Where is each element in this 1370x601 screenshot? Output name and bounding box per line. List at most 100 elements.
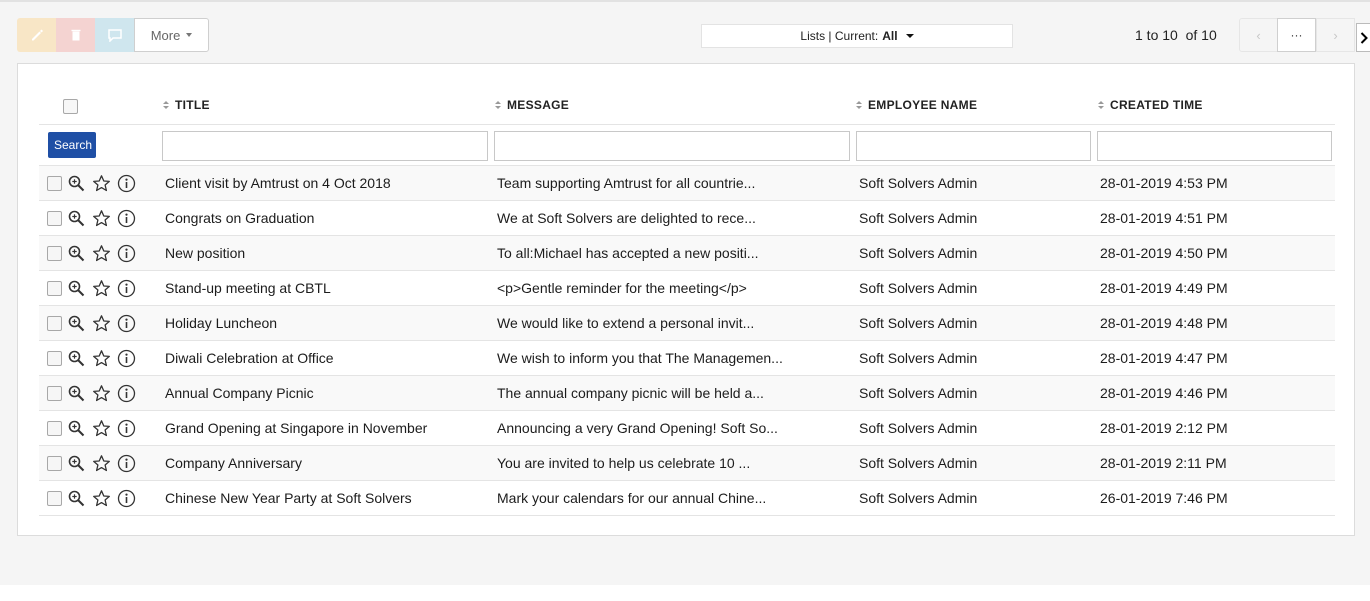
zoom-in-icon[interactable] (67, 384, 86, 403)
pencil-icon (31, 29, 43, 41)
info-icon[interactable] (117, 454, 136, 473)
table-row[interactable]: Congrats on Graduation We at Soft Solvers… (39, 201, 1335, 236)
cell-title[interactable]: Chinese New Year Party at Soft Solvers (165, 490, 412, 506)
zoom-in-icon[interactable] (67, 279, 86, 298)
row-checkbox[interactable] (47, 176, 62, 191)
cell-message: You are invited to help us celebrate 10 … (497, 455, 751, 471)
next-page-button[interactable]: › (1316, 18, 1355, 52)
column-label: EMPLOYEE NAME (868, 98, 978, 112)
table-row[interactable]: Stand-up meeting at CBTL <p>Gentle remind… (39, 271, 1335, 306)
row-checkbox[interactable] (47, 246, 62, 261)
cell-message: We at Soft Solvers are delighted to rece… (497, 210, 756, 226)
info-icon[interactable] (117, 314, 136, 333)
table-row[interactable]: Diwali Celebration at Office We wish to i… (39, 341, 1335, 376)
info-icon[interactable] (117, 279, 136, 298)
column-header-message[interactable]: MESSAGE (495, 98, 569, 112)
list-selector[interactable]: Lists | Current: All (701, 24, 1013, 48)
zoom-in-icon[interactable] (67, 174, 86, 193)
side-panel-toggle[interactable] (1356, 23, 1370, 52)
column-label: TITLE (175, 98, 210, 112)
cell-title[interactable]: Congrats on Graduation (165, 210, 314, 226)
prev-page-button[interactable]: ‹ (1239, 18, 1278, 52)
table-row[interactable]: Client visit by Amtrust on 4 Oct 2018 Tea… (39, 166, 1335, 201)
column-header-title[interactable]: TITLE (163, 98, 210, 112)
table-row[interactable]: Annual Company Picnic The annual company … (39, 376, 1335, 411)
cell-title[interactable]: Client visit by Amtrust on 4 Oct 2018 (165, 175, 391, 191)
info-icon[interactable] (117, 419, 136, 438)
star-icon[interactable] (92, 279, 111, 298)
star-icon[interactable] (92, 489, 111, 508)
cell-employee-name: Soft Solvers Admin (859, 280, 978, 296)
zoom-in-icon[interactable] (67, 244, 86, 263)
star-icon[interactable] (92, 349, 111, 368)
zoom-in-icon[interactable] (67, 349, 86, 368)
column-header-employee-name[interactable]: EMPLOYEE NAME (856, 98, 977, 112)
row-checkbox[interactable] (47, 491, 62, 506)
cell-title[interactable]: Grand Opening at Singapore in November (165, 420, 427, 436)
cell-title[interactable]: Stand-up meeting at CBTL (165, 280, 331, 296)
select-all-checkbox[interactable] (63, 99, 78, 114)
star-icon[interactable] (92, 454, 111, 473)
row-checkbox[interactable] (47, 211, 62, 226)
zoom-in-icon[interactable] (67, 454, 86, 473)
column-label: CREATED TIME (1110, 98, 1203, 112)
message-filter-input[interactable] (494, 131, 850, 161)
cell-message: We would like to extend a personal invit… (497, 315, 755, 331)
cell-message: Mark your calendars for our annual Chine… (497, 490, 767, 506)
cell-title[interactable]: Holiday Luncheon (165, 315, 277, 331)
star-icon[interactable] (92, 314, 111, 333)
info-icon[interactable] (117, 349, 136, 368)
cell-message: Team supporting Amtrust for all countrie… (497, 175, 756, 191)
row-checkbox[interactable] (47, 386, 62, 401)
more-label: More (150, 27, 181, 43)
cell-employee-name: Soft Solvers Admin (859, 175, 978, 191)
chevron-left-icon: ‹ (1256, 27, 1261, 43)
zoom-in-icon[interactable] (67, 314, 86, 333)
table-row[interactable]: Chinese New Year Party at Soft Solvers Ma… (39, 481, 1335, 516)
star-icon[interactable] (92, 384, 111, 403)
trash-icon (71, 29, 80, 41)
more-button[interactable]: More (134, 18, 209, 52)
info-icon[interactable] (117, 489, 136, 508)
cell-title[interactable]: New position (165, 245, 245, 261)
info-icon[interactable] (117, 174, 136, 193)
zoom-in-icon[interactable] (67, 419, 86, 438)
info-icon[interactable] (117, 384, 136, 403)
column-header-created-time[interactable]: CREATED TIME (1098, 98, 1203, 112)
row-checkbox[interactable] (47, 316, 62, 331)
table-row[interactable]: Grand Opening at Singapore in November An… (39, 411, 1335, 446)
table-row[interactable]: New position To all:Michael has accepted … (39, 236, 1335, 271)
created-time-filter-input[interactable] (1097, 131, 1332, 161)
title-filter-input[interactable] (162, 131, 488, 161)
zoom-in-icon[interactable] (67, 489, 86, 508)
star-icon[interactable] (92, 244, 111, 263)
cell-title[interactable]: Company Anniversary (165, 455, 302, 471)
star-icon[interactable] (92, 419, 111, 438)
row-checkbox[interactable] (47, 421, 62, 436)
delete-button[interactable] (56, 18, 95, 52)
edit-button[interactable] (17, 18, 56, 52)
comment-icon (108, 28, 122, 42)
cell-created-time: 28-01-2019 2:12 PM (1100, 420, 1228, 436)
cell-title[interactable]: Annual Company Picnic (165, 385, 314, 401)
star-icon[interactable] (92, 174, 111, 193)
info-icon[interactable] (117, 244, 136, 263)
cell-employee-name: Soft Solvers Admin (859, 350, 978, 366)
row-checkbox[interactable] (47, 281, 62, 296)
cell-title[interactable]: Diwali Celebration at Office (165, 350, 334, 366)
zoom-in-icon[interactable] (67, 209, 86, 228)
page-jump-button[interactable]: ··· (1277, 18, 1316, 52)
row-checkbox[interactable] (47, 351, 62, 366)
cell-created-time: 28-01-2019 4:50 PM (1100, 245, 1228, 261)
table-row[interactable]: Holiday Luncheon We would like to extend … (39, 306, 1335, 341)
info-icon[interactable] (117, 209, 136, 228)
row-checkbox[interactable] (47, 456, 62, 471)
table-row[interactable]: Company Anniversary You are invited to he… (39, 446, 1335, 481)
cell-employee-name: Soft Solvers Admin (859, 245, 978, 261)
search-row: Search (39, 126, 1335, 166)
star-icon[interactable] (92, 209, 111, 228)
comment-button[interactable] (95, 18, 135, 52)
search-button[interactable]: Search (48, 132, 96, 158)
employee-filter-input[interactable] (856, 131, 1091, 161)
cell-employee-name: Soft Solvers Admin (859, 385, 978, 401)
